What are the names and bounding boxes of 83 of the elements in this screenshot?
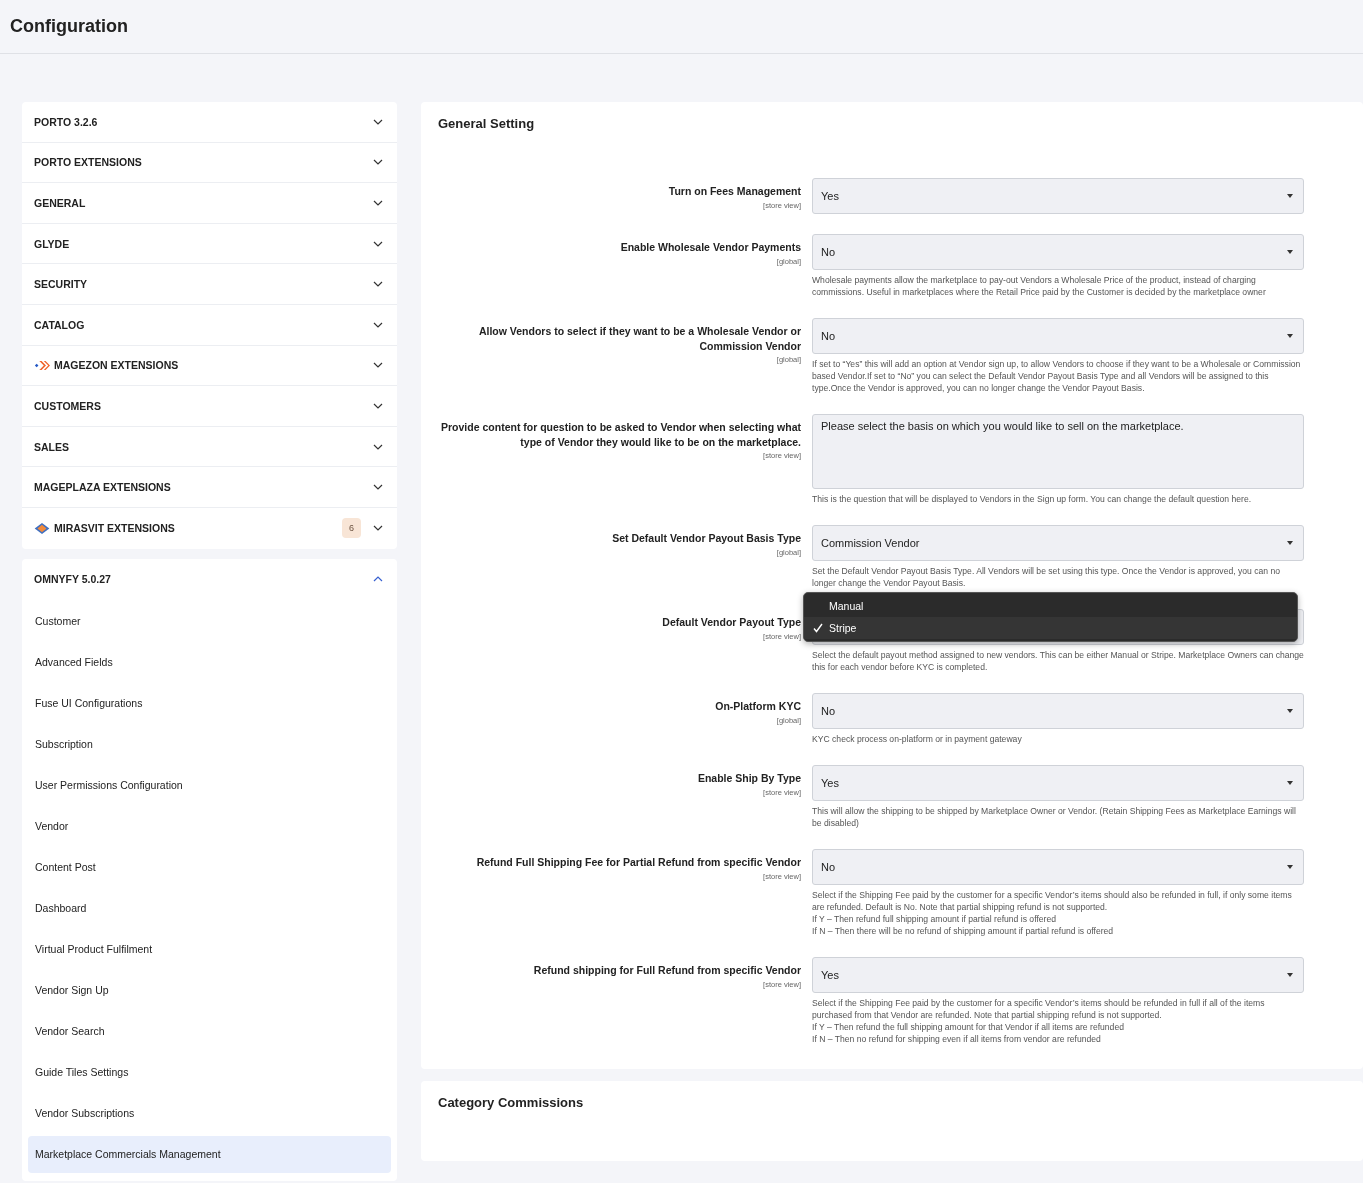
sidebar-group[interactable]: CUSTOMERS [22,386,397,427]
select-field[interactable]: No [812,693,1304,729]
field-label: Enable Wholesale Vendor Payments [619,240,801,255]
field-note: Select if the Shipping Fee paid by the customer for a specific Vendor’s items should be refunded in full if all of the items purchased from that Vendor are refunded. Note that partial shipping refund is not supported. If Y – Then refund the full shipping amount for that Vendor if all items are refunded If N – Then no refund for shipping even if all items from vendor are refunded [812,997,1266,1045]
field-note: Set the Default Vendor Payout Basis Type. All Vendors will be set using this type. Once the Vendor is approved, you can no longer change the Vendor Payout Basis. [812,565,1281,589]
sidebar-link[interactable]: Vendor Sign Up [28,971,391,1009]
count-badge: 6 [342,518,361,539]
chevron-icon [373,118,383,125]
chevron-icon [373,281,383,288]
chevron-icon [373,321,383,328]
chevron-icon [373,200,383,206]
select-field[interactable]: Yes [812,957,1304,993]
sidebar-group[interactable]: GLYDE [22,223,397,265]
select-field[interactable]: Yes [812,765,1304,801]
caret-icon [1287,973,1293,977]
chevron-icon [373,159,383,166]
chevron-icon [373,240,383,247]
field-note: Select the default payout method assigned to new vendors. This can be either Manual or Stripe. Marketplace Owners can change this for each vendor before KYC is completed. [812,649,1304,673]
field-label: Provide content for question to be asked to Vendor when selecting what type of Vendor they would like to be on the marketplace. [440,420,801,449]
sidebar-group[interactable]: MIRASVIT EXTENSIONS 6 [22,507,397,549]
sidebar-link[interactable]: Subscription [28,725,391,763]
sidebar-group[interactable]: CATALOG [22,304,397,346]
sidebar-link[interactable]: User Permissions Configuration [28,766,391,804]
field-label: Refund Full Shipping Fee for Partial Refund from specific Vendor [475,855,801,870]
sidebar-link[interactable]: Content Post [28,848,391,886]
chevron-icon [373,575,383,582]
section-title: Category Commissions [438,1095,585,1110]
field-note: Wholesale payments allow the marketplace to pay-out Vendors a Wholesale Price of the product, instead of charging commissions. Useful in marketplaces where the Retail Price paid by the Customer is decided by the marketplace owner [812,274,1267,298]
field-label: Refund shipping for Full Refund from specific Vendor [532,963,801,978]
caret-icon [1287,334,1293,338]
page-title: Configuration [10,16,128,37]
textarea-field[interactable]: Please select the basis on which you would like to sell on the marketplace. [812,414,1304,489]
sidebar-group[interactable]: SECURITY [22,264,397,305]
select-field[interactable]: Yes [812,178,1304,214]
sidebar-link[interactable]: Fuse UI Configurations [28,684,391,722]
chevron-icon [373,443,383,450]
field-label: On-Platform KYC [714,699,801,714]
caret-icon [1287,194,1293,198]
checkmark-icon [813,623,823,633]
select-field[interactable]: No [812,234,1304,270]
sidebar-group[interactable]: GENERAL [22,183,397,224]
sidebar-group[interactable]: SALES [22,426,397,468]
field-label: Turn on Fees Management [667,184,801,199]
sidebar-link[interactable]: Vendor Subscriptions [28,1094,391,1132]
chevron-icon [373,484,383,491]
field-note: Select if the Shipping Fee paid by the customer for a specific Vendor’s items should also be refunded in full, if only some items are refunded. Default is No. Note that partial shipping refund is not supported. If Y – Then refund full shipping amount if partial refund is offered If N – Then there will be no refund of shipping amount if partial refund is offered [812,889,1293,937]
field-note: This is the question that will be displayed to Vendors in the Sign up form. You can change the default question here. [812,493,1253,505]
caret-icon [1287,781,1293,785]
sidebar-group[interactable]: PORTO 3.2.6 [22,102,397,143]
field-note: This will allow the shipping to be shipped by Marketplace Owner or Vendor. (Retain Shipping Fees as Marketplace Earnings will be disabled) [812,805,1297,829]
sidebar-link[interactable]: Virtual Product Fulfilment [28,930,391,968]
select-field[interactable]: No [812,849,1304,885]
field-label: Default Vendor Payout Type [661,615,801,630]
sidebar-link[interactable]: Guide Tiles Settings [28,1053,391,1091]
sidebar-group[interactable]: PORTO EXTENSIONS [22,142,397,184]
dropdown-option[interactable]: Manual [804,595,1297,617]
field-label: Allow Vendors to select if they want to be a Wholesale Vendor or Commission Vendor [477,324,801,353]
diamond-logo-icon [34,522,50,534]
sidebar-group[interactable]: MAGEPLAZA EXTENSIONS [22,467,397,508]
sidebar-group[interactable]: MAGEZON EXTENSIONS [22,345,397,387]
sidebar-link[interactable]: Vendor Search [28,1012,391,1050]
chevron-icon [373,525,383,532]
chevron-icon [373,402,383,409]
chevron-logo-icon [34,359,50,371]
field-label: Enable Ship By Type [696,771,801,786]
sidebar-link[interactable]: Vendor [28,807,391,845]
sidebar-group[interactable]: OMNYFY 5.0.27 [22,558,397,599]
dropdown-option[interactable]: Stripe [804,617,1297,639]
sidebar-link[interactable]: Marketplace Commercials Management [28,1135,391,1173]
field-label: Set Default Vendor Payout Basis Type [611,531,801,546]
field-note: KYC check process on-platform or in payment gateway [812,733,1023,745]
chevron-icon [373,362,383,369]
caret-icon [1287,250,1293,254]
caret-icon [1287,709,1293,713]
section-title: General Setting [438,116,536,131]
field-note: If set to “Yes” this will add an option at Vendor sign up, to allow Vendors to choose if they want to be a Wholesale or Commission based Vendor.If set to “No” you can select the Default Vendor Payout Basis Type and all Vendors will be assigned to this type.Once the Vendor is approved, you can no longer change the Vendor Payout Basis. [812,358,1302,394]
select-field[interactable]: No [812,318,1304,354]
select-field[interactable]: Commission Vendor [812,525,1304,561]
sidebar-link[interactable]: Customer [28,602,391,640]
sidebar-link[interactable]: Dashboard [28,889,391,927]
caret-icon [1287,865,1293,869]
caret-icon [1287,541,1293,545]
sidebar-link[interactable]: Advanced Fields [28,643,391,681]
